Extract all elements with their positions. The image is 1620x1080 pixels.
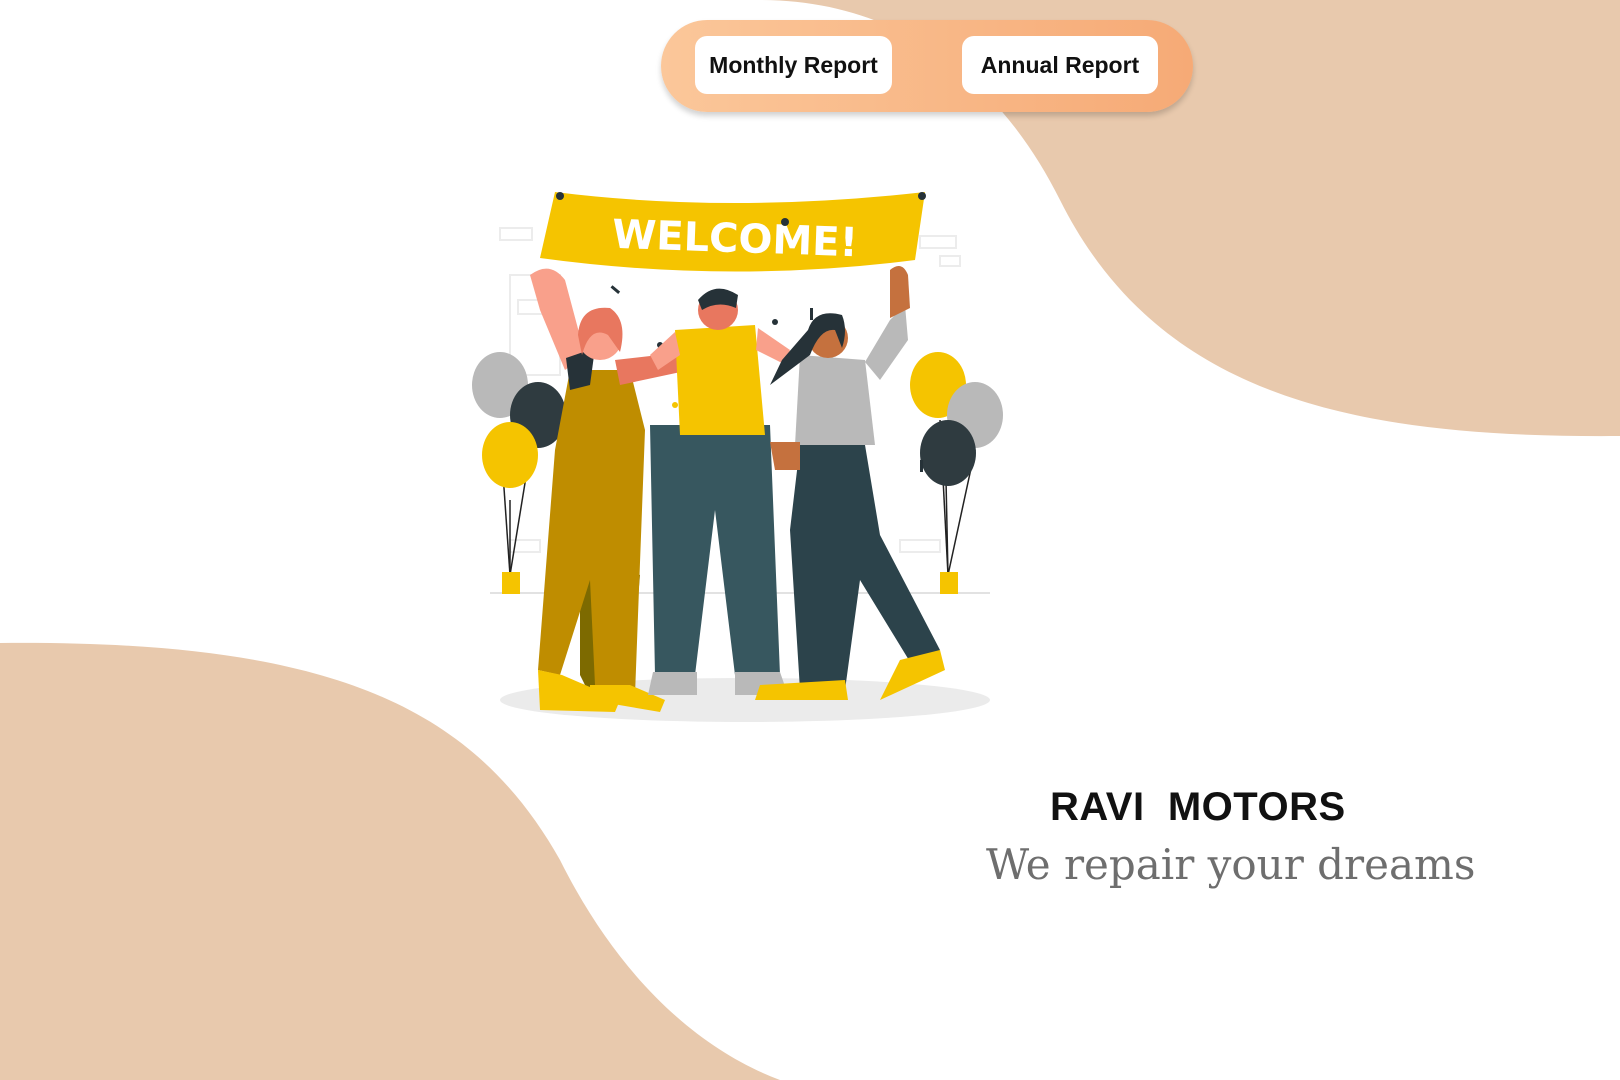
person-right bbox=[755, 266, 945, 700]
welcome-banner: WELCOME! bbox=[540, 192, 926, 272]
brand-name: RAVI MOTORS bbox=[1050, 785, 1346, 829]
brand-tagline: We repair your dreams bbox=[986, 840, 1476, 889]
welcome-banner-text: WELCOME! bbox=[611, 212, 858, 267]
balloons-right bbox=[910, 352, 1003, 594]
monthly-report-button[interactable]: Monthly Report bbox=[695, 36, 892, 94]
annual-report-button[interactable]: Annual Report bbox=[962, 36, 1158, 94]
person-middle bbox=[648, 288, 790, 695]
welcome-illustration: WELCOME! bbox=[472, 192, 1003, 722]
report-nav: Monthly Report Annual Report bbox=[661, 20, 1193, 112]
